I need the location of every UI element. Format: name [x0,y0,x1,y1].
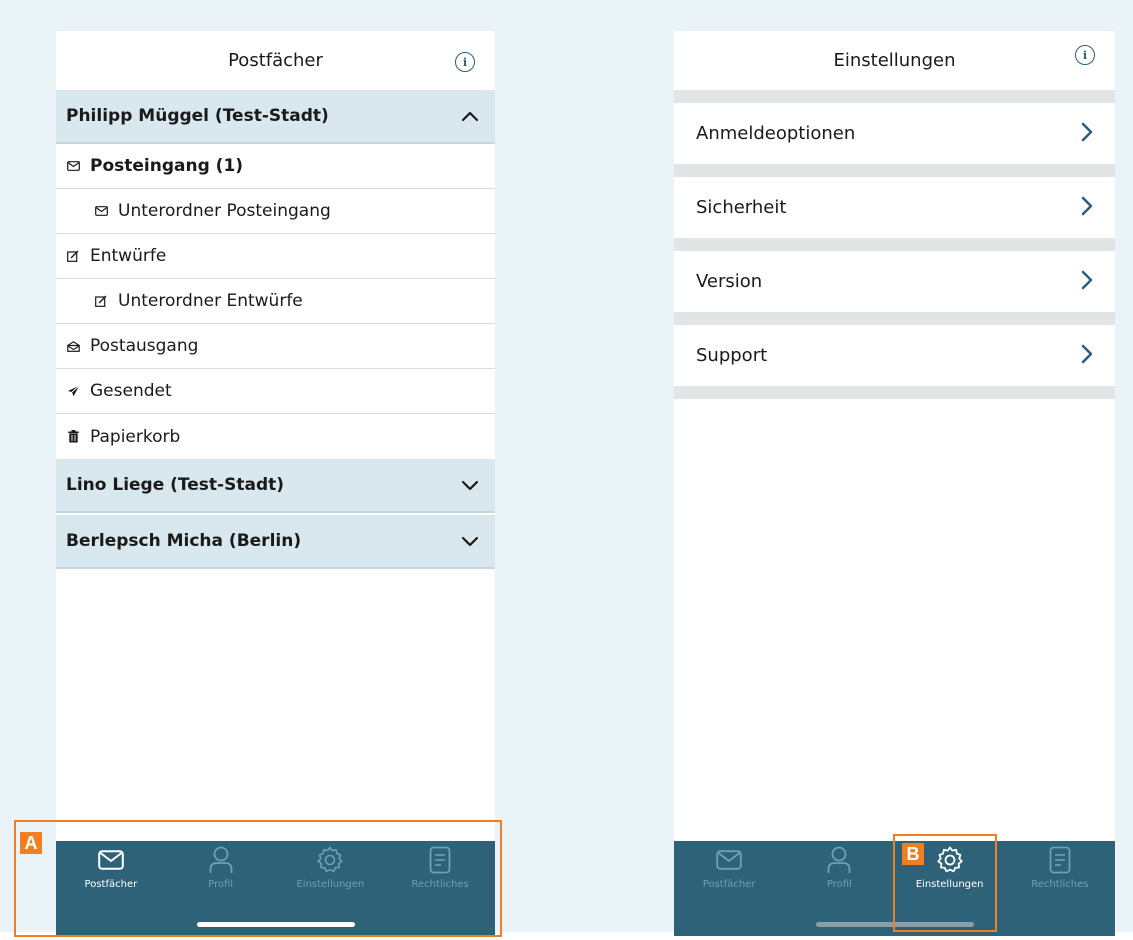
settings-row-label: Version [696,271,763,292]
folder-unterordner-posteingang[interactable]: Unterordner Posteingang [56,189,495,234]
settings-row-anmeldeoptionen[interactable]: Anmeldeoptionen [674,103,1115,164]
envelope-icon [715,846,743,874]
envelope-icon [66,159,80,173]
chevron-right-icon [1081,270,1093,294]
chevron-right-icon [1081,344,1093,368]
draft-icon [94,294,108,308]
settings-row-version[interactable]: Version [674,251,1115,312]
draft-icon [66,249,80,263]
account-header-philipp[interactable]: Philipp Müggel (Test-Stadt) [56,90,495,144]
divider [674,386,1115,399]
settings-row-label: Support [696,345,768,366]
tab-postfaecher[interactable]: Postfächer [674,846,784,890]
chevron-right-icon [1081,122,1093,146]
mailboxes-header: Postfächer i [56,31,495,90]
folder-label: Unterordner Posteingang [118,201,331,221]
folder-label: Entwürfe [90,246,167,266]
tab-rechtliches[interactable]: Rechtliches [1005,846,1115,890]
chevron-up-icon [459,105,481,127]
divider [674,164,1115,177]
person-icon [825,846,853,874]
callout-label-a: A [20,832,42,854]
folder-label: Postausgang [90,336,199,356]
folder-papierkorb[interactable]: Papierkorb [56,414,495,459]
callout-label-b: B [902,843,924,865]
tab-label: Rechtliches [1031,879,1089,890]
folder-label: Posteingang (1) [90,156,244,176]
trash-icon [66,430,80,444]
account-header-berlepsch[interactable]: Berlepsch Micha (Berlin) [56,515,495,569]
divider [674,238,1115,251]
account-name: Berlepsch Micha (Berlin) [66,531,302,551]
tab-profil[interactable]: Profil [784,846,894,890]
divider [674,312,1115,325]
chevron-down-icon [459,474,481,496]
tab-label: Postfächer [702,879,756,890]
info-icon[interactable]: i [1075,45,1095,65]
page-title: Postfächer [228,50,323,71]
mailboxes-screen: Postfächer i Philipp Müggel (Test-Stadt)… [56,31,495,936]
callout-box-a [14,820,502,937]
folder-label: Gesendet [90,381,172,401]
document-icon [1046,846,1074,874]
chevron-down-icon [459,530,481,552]
settings-header: Einstellungen i [674,31,1115,90]
divider [674,90,1115,103]
settings-row-label: Anmeldeoptionen [696,123,856,144]
tab-label: Profil [826,879,852,890]
folder-gesendet[interactable]: Gesendet [56,369,495,414]
settings-screen: Einstellungen i Anmeldeoptionen Sicherhe… [674,31,1115,936]
account-header-lino[interactable]: Lino Liege (Test-Stadt) [56,459,495,513]
folder-label: Unterordner Entwürfe [118,291,303,311]
account-name: Philipp Müggel (Test-Stadt) [66,106,329,126]
folder-entwuerfe[interactable]: Entwürfe [56,234,495,279]
info-icon[interactable]: i [455,52,475,72]
envelope-icon [94,204,108,218]
account-name: Lino Liege (Test-Stadt) [66,475,285,495]
settings-row-support[interactable]: Support [674,325,1115,386]
folder-postausgang[interactable]: Postausgang [56,324,495,369]
paper-plane-icon [66,384,80,398]
folder-unterordner-entwuerfe[interactable]: Unterordner Entwürfe [56,279,495,324]
settings-row-sicherheit[interactable]: Sicherheit [674,177,1115,238]
folder-label: Papierkorb [90,426,181,447]
settings-row-label: Sicherheit [696,197,787,218]
chevron-right-icon [1081,196,1093,220]
page-title: Einstellungen [833,50,956,71]
outbox-icon [66,339,80,353]
folder-posteingang[interactable]: Posteingang (1) [56,144,495,189]
